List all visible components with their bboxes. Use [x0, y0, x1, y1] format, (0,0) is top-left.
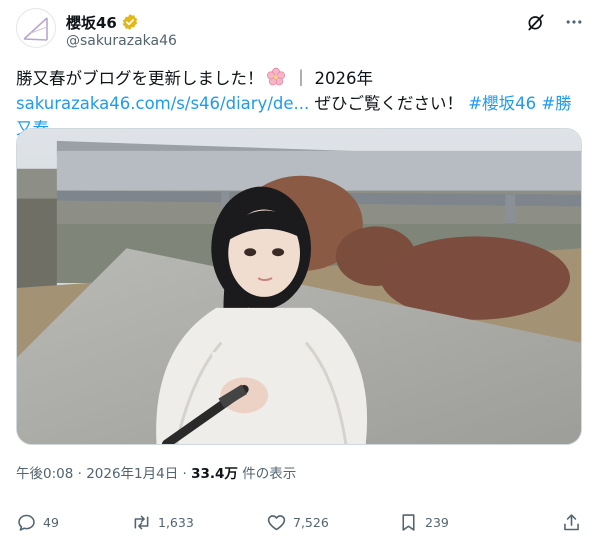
share-button[interactable]: [561, 512, 582, 533]
repost-icon: [134, 515, 149, 529]
reply-button[interactable]: 49: [16, 512, 131, 533]
tweet-text-divider: ｜ 2026年: [292, 69, 373, 88]
more-options-icon[interactable]: [564, 12, 584, 32]
display-name[interactable]: 櫻坂46: [66, 12, 117, 33]
tweet-photo[interactable]: [16, 128, 582, 445]
reply-count: 49: [43, 514, 59, 530]
repost-count: 1,633: [158, 514, 194, 530]
heart-icon: [267, 514, 286, 530]
bookmark-icon: [402, 513, 415, 531]
photo-image: [17, 129, 581, 444]
account-handle[interactable]: @sakurazaka46: [66, 33, 177, 49]
bookmark-count: 239: [425, 514, 449, 530]
share-icon: [564, 513, 579, 530]
sakurazaka-logo: [23, 17, 48, 41]
like-button[interactable]: 7,526: [266, 512, 398, 533]
tweet-text-mid: ぜひご覧ください！: [314, 94, 464, 113]
cherry-blossom-icon: [266, 67, 285, 86]
grok-icon[interactable]: [526, 12, 546, 32]
tweet-text-prefix: 勝又春がブログを更新しました！: [16, 69, 264, 88]
tweet-actions: 49 1,633 7,526 239: [16, 508, 582, 536]
view-count-label: 件の表示: [237, 466, 297, 482]
tweet-timestamp[interactable]: 午後0:08 · 2026年1月4日 ·: [16, 466, 191, 482]
account-name-row[interactable]: 櫻坂46: [66, 12, 139, 32]
view-count: 33.4万: [191, 466, 238, 482]
avatar[interactable]: [16, 8, 56, 48]
tweet-meta: 午後0:08 · 2026年1月4日 · 33.4万 件の表示: [16, 462, 296, 482]
hashtag-sakurazaka46[interactable]: #櫻坂46: [468, 94, 536, 113]
repost-button[interactable]: 1,633: [131, 512, 266, 533]
reply-icon: [18, 514, 35, 531]
blog-link[interactable]: sakurazaka46.com/s/s46/diary/de...: [16, 94, 309, 113]
like-count: 7,526: [293, 514, 329, 530]
verified-badge-icon: [122, 14, 137, 30]
bookmark-button[interactable]: 239: [398, 512, 532, 533]
